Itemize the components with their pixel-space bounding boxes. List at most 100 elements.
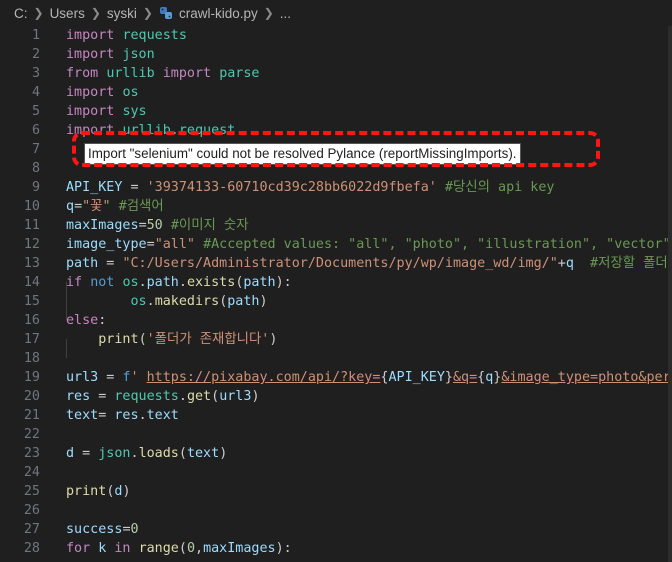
code-line[interactable]: 24 — [0, 463, 672, 482]
code-token: , — [195, 541, 204, 556]
code-token: import — [66, 28, 115, 43]
code-token: path — [66, 256, 99, 271]
code-token: ( — [138, 332, 147, 347]
line-code: import requests — [66, 26, 187, 45]
code-token: &image_type=photo&per_pag — [501, 370, 672, 385]
code-line[interactable]: 10 q="꽃" #검색어 — [0, 197, 672, 216]
code-token: API_KEY — [388, 370, 445, 385]
code-token: image_type — [66, 237, 147, 252]
code-token: = — [122, 522, 131, 537]
code-line[interactable]: 1 import requests — [0, 26, 672, 45]
line-code: maxImages=50 #이미지 숫자 — [66, 216, 249, 235]
line-code: d = json.loads(text) — [66, 444, 227, 463]
code-token: maxImages — [203, 541, 276, 556]
line-code: if not os.path.exists(path): — [66, 273, 292, 292]
line-code: import json — [66, 45, 155, 64]
code-token: ) — [269, 332, 278, 347]
code-token: = — [98, 370, 123, 385]
code-token: makedirs — [154, 294, 220, 309]
breadcrumb-drive[interactable]: C: — [14, 6, 28, 21]
code-token: #Accepted values: "all", "photo", "illus… — [203, 237, 671, 252]
code-token: not — [90, 275, 115, 290]
code-line[interactable]: 16 else: — [0, 311, 672, 330]
line-number: 20 — [23, 389, 40, 404]
line-number: 9 — [31, 180, 40, 195]
line-code: print('폴더가 존재합니다') — [66, 330, 277, 349]
code-line[interactable]: 23 d = json.loads(text) — [0, 444, 672, 463]
code-token: parse — [219, 66, 260, 81]
code-token: for — [66, 541, 91, 556]
code-token: text — [186, 446, 220, 461]
line-code: import sys — [66, 102, 147, 121]
code-token: #당신의 api key — [444, 180, 555, 195]
code-token: text — [66, 408, 99, 423]
code-token: range — [138, 541, 179, 556]
line-number: 2 — [31, 47, 40, 62]
line-number: 18 — [23, 351, 40, 366]
code-line[interactable]: 15 os.makedirs(path) — [0, 292, 672, 311]
code-token: ' — [130, 370, 147, 385]
line-number: 7 — [31, 142, 40, 157]
code-line[interactable]: 22 — [0, 425, 672, 444]
code-line[interactable]: 3 from urllib import parse — [0, 64, 672, 83]
breadcrumb-more[interactable]: ... — [280, 6, 291, 21]
code-token: import — [162, 66, 212, 81]
line-number: 26 — [23, 503, 40, 518]
code-line[interactable]: 27 success=0 — [0, 520, 672, 539]
breadcrumb-file[interactable]: crawl-kido.py — [179, 6, 258, 21]
code-line[interactable]: 14 if not os.path.exists(path): — [0, 273, 672, 292]
code-line[interactable]: 13 path = "C:/Users/Administrator/Documen… — [0, 254, 672, 273]
code-token: os — [122, 85, 139, 100]
code-token: import — [66, 104, 115, 119]
code-token: ): — [275, 541, 292, 556]
code-line[interactable]: 28 for k in range(0,maxImages): — [0, 539, 672, 558]
code-token: path — [243, 275, 276, 290]
code-line[interactable]: 19 url3 = f' https://pixabay.com/api/?key… — [0, 368, 672, 387]
code-token: f — [122, 370, 131, 385]
code-line[interactable]: 17 print('폴더가 존재합니다') — [0, 330, 672, 349]
code-token: in — [114, 541, 131, 556]
code-token: os — [130, 294, 147, 309]
line-number: 11 — [23, 218, 40, 233]
code-line[interactable]: 9 API_KEY = '39374133-60710cd39c28bb6022d… — [0, 178, 672, 197]
line-number: 8 — [31, 161, 40, 176]
code-line[interactable]: 21 text= res.text — [0, 406, 672, 425]
line-number: 13 — [23, 256, 40, 271]
code-line[interactable]: 25 print(d) — [0, 482, 672, 501]
code-editor[interactable]: 1 import requests 2 import json 3 from urllib… — [0, 26, 672, 562]
code-line[interactable]: 11 maxImages=50 #이미지 숫자 — [0, 216, 672, 235]
code-token: json — [122, 47, 155, 62]
breadcrumb-user[interactable]: syski — [107, 6, 137, 21]
line-code: text= res.text — [66, 406, 179, 425]
code-line[interactable]: 4 import os — [0, 83, 672, 102]
line-number: 1 — [31, 28, 40, 43]
code-token: ( — [178, 541, 187, 556]
code-token: text — [146, 408, 179, 423]
code-line[interactable]: 12 image_type="all" #Accepted values: "al… — [0, 235, 672, 254]
code-line[interactable]: 2 import json — [0, 45, 672, 64]
line-number: 28 — [23, 541, 40, 556]
line-number: 5 — [31, 104, 40, 119]
code-line[interactable]: 5 import sys — [0, 102, 672, 121]
code-token: json — [98, 446, 131, 461]
breadcrumb-users[interactable]: Users — [50, 6, 85, 21]
code-token: get — [186, 389, 212, 404]
code-line[interactable]: 18 — [0, 349, 672, 368]
code-token: = — [98, 256, 123, 271]
breadcrumb: C: ❯ Users ❯ syski ❯ crawl-kido.py ❯ ... — [0, 0, 672, 26]
line-number: 17 — [23, 332, 40, 347]
code-token: = — [146, 237, 155, 252]
code-token: . — [138, 275, 147, 290]
vertical-scrollbar[interactable] — [668, 26, 672, 562]
line-code: url3 = f' https://pixabay.com/api/?key={… — [66, 368, 672, 387]
code-line[interactable]: 26 — [0, 501, 672, 520]
line-number: 10 — [23, 199, 40, 214]
code-line[interactable]: 20 res = requests.get(url3) — [0, 387, 672, 406]
code-token: requests — [114, 389, 179, 404]
line-number: 19 — [23, 370, 40, 385]
code-token: #저장할 폴더 — [590, 256, 668, 271]
code-token: success — [66, 522, 123, 537]
code-token: . — [130, 446, 139, 461]
